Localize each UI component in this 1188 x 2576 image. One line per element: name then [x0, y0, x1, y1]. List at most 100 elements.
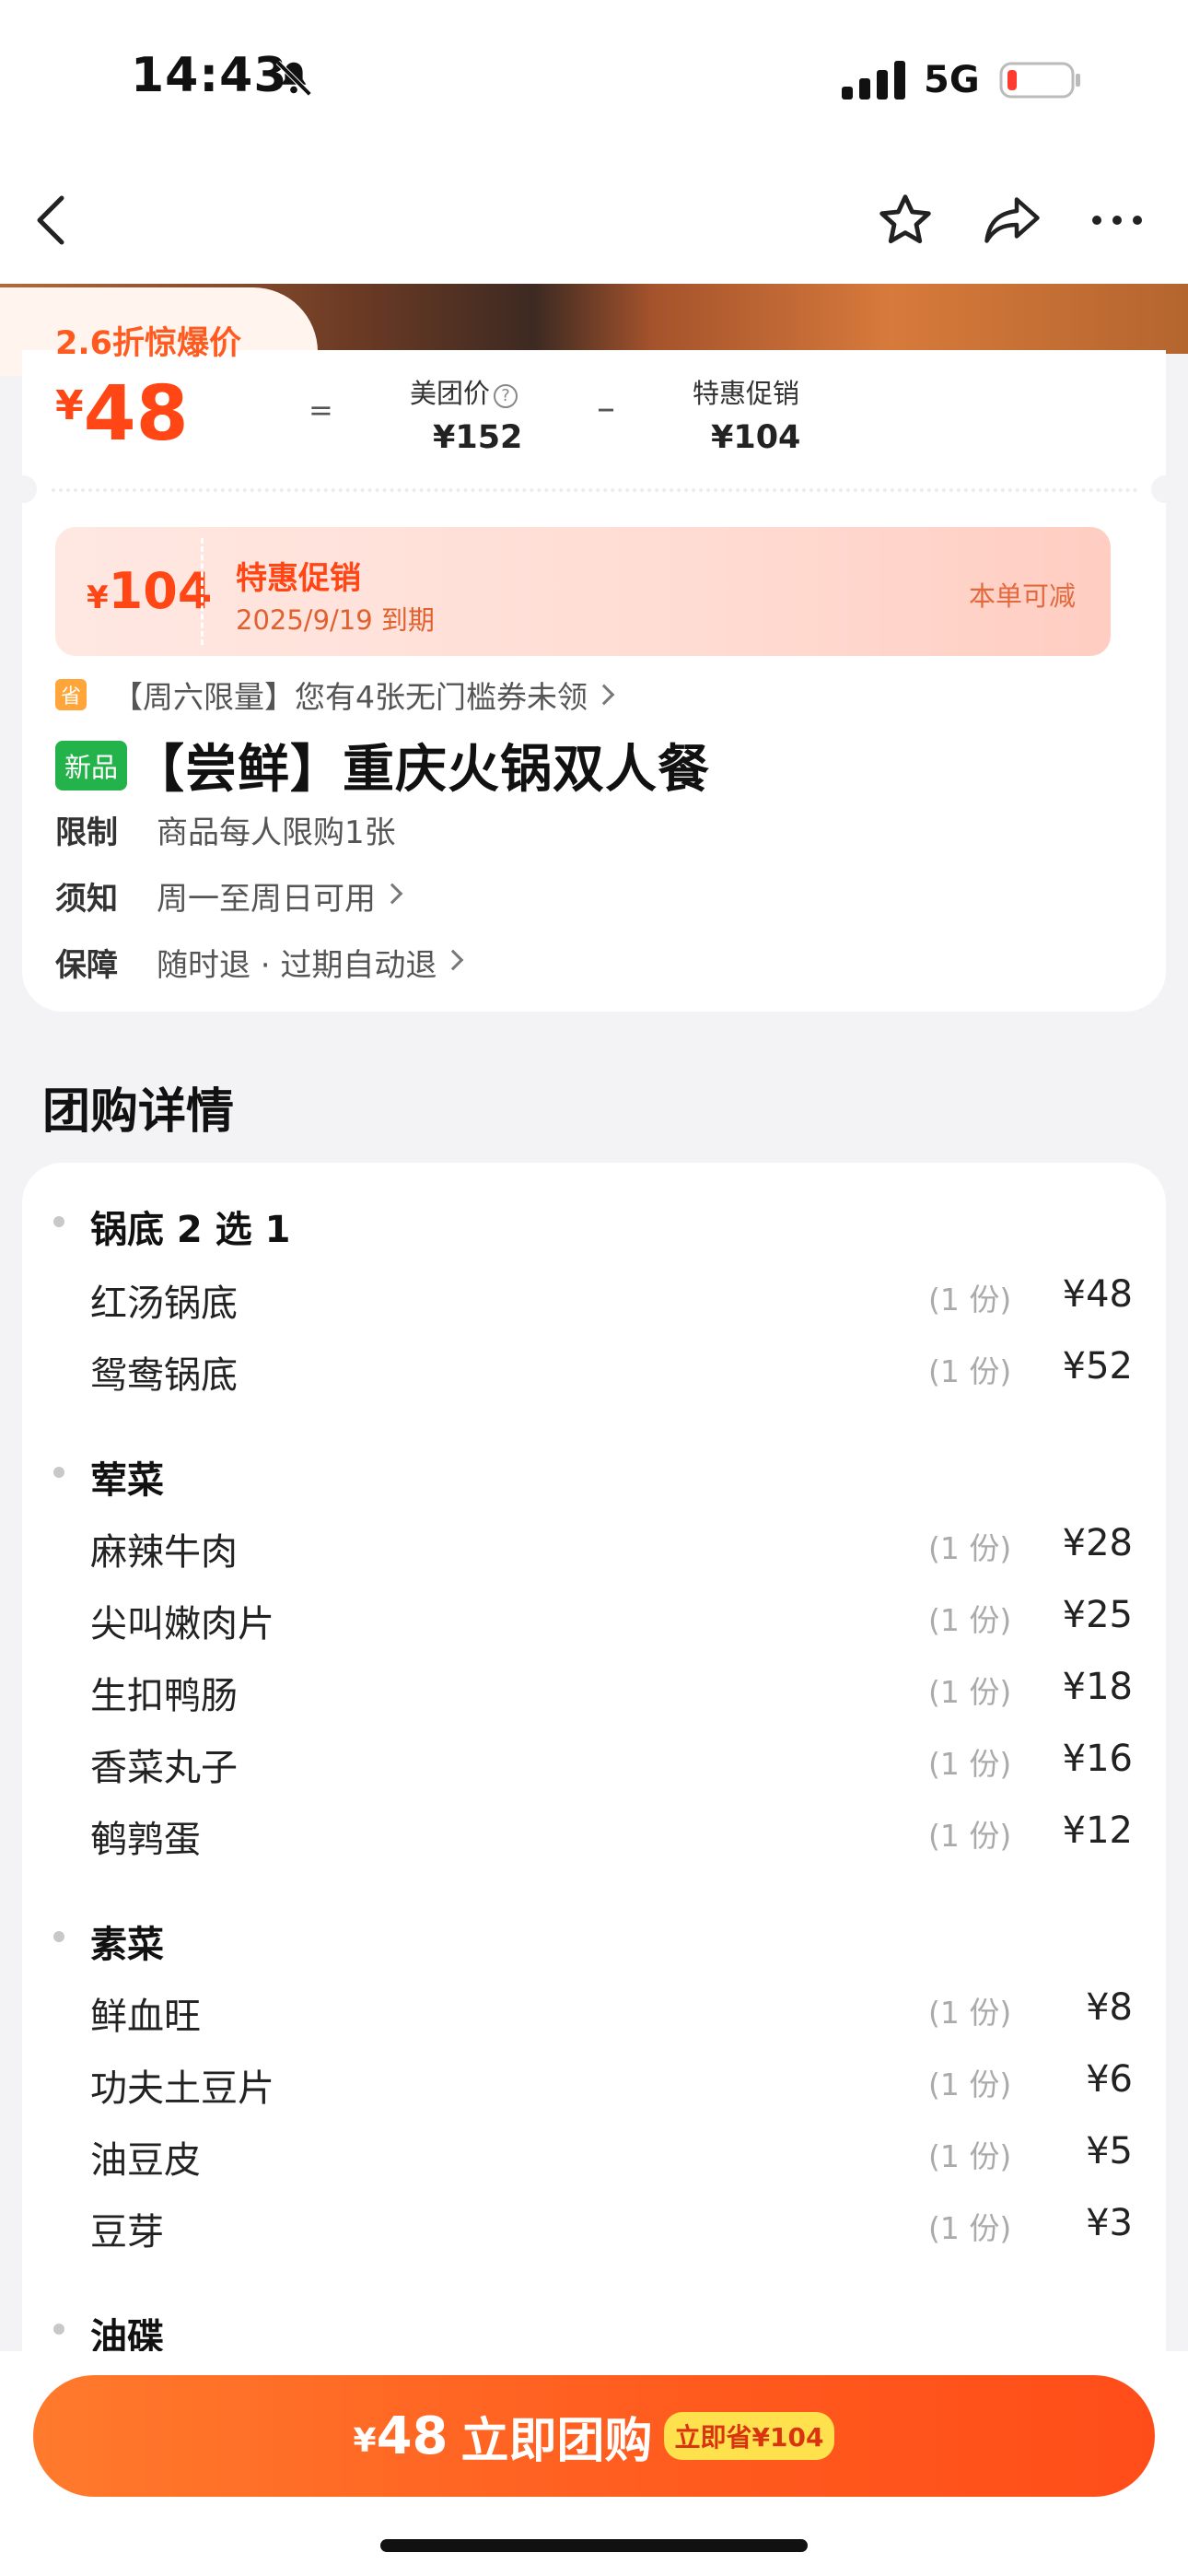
- item-price: ¥52: [1062, 1345, 1133, 1388]
- deal-price-value: 48: [83, 370, 189, 458]
- item-price: ¥18: [1062, 1666, 1133, 1708]
- status-bar: 14:43 5G: [0, 0, 1188, 157]
- share-arrow-icon: [984, 197, 1040, 243]
- section-title: 团购详情: [42, 1084, 235, 1140]
- minus-sign: –: [597, 387, 615, 429]
- meituan-price-label[interactable]: 美团价?: [410, 372, 518, 411]
- buy-currency: ¥: [353, 2421, 377, 2460]
- group-bullet: [53, 1931, 64, 1942]
- group-bullet: [53, 1216, 64, 1227]
- network-type: 5G: [924, 59, 980, 101]
- meituan-price-value: ¥152: [433, 419, 523, 456]
- back-arrow-icon: [37, 195, 64, 245]
- chevron-right-icon: [593, 684, 615, 706]
- item-qty: (1 份): [928, 2138, 1012, 2174]
- group-bullet: [53, 1467, 64, 1478]
- item-price: ¥48: [1062, 1273, 1133, 1316]
- discount-tag: 2.6折惊爆价: [55, 325, 242, 362]
- item-qty: (1 份): [928, 1995, 1012, 2031]
- item-name: 生扣鸭肠: [90, 1675, 238, 1717]
- item-qty: (1 份): [928, 1818, 1012, 1854]
- item-name: 豆芽: [90, 2211, 164, 2254]
- item-name: 香菜丸子: [90, 1747, 238, 1789]
- status-time: 14:43: [131, 48, 288, 103]
- card-divider: [52, 488, 1138, 492]
- item-name: 鲜血旺: [90, 1996, 201, 2038]
- info-key: 保障: [55, 947, 118, 984]
- coupon-expiry: 2025/9/19 到期: [236, 604, 435, 636]
- item-qty: (1 份): [928, 1353, 1012, 1389]
- nav-bar: [0, 157, 1188, 286]
- item-price: ¥3: [1086, 2202, 1133, 2244]
- coupon-currency: ¥: [87, 580, 109, 616]
- item-price: ¥5: [1086, 2130, 1133, 2172]
- special-promo-label: 特惠促销: [693, 378, 800, 409]
- meituan-price-label-text: 美团价: [410, 378, 491, 409]
- product-title: 【尝鲜】重庆火锅双人餐: [133, 740, 711, 800]
- group-title: 锅底 2 选 1: [90, 1209, 291, 1251]
- product-title-row: 新品 【尝鲜】重庆火锅双人餐: [55, 728, 710, 802]
- item-qty: (1 份): [928, 2210, 1012, 2246]
- back-button[interactable]: [18, 188, 83, 252]
- save-amount-badge: 立即省¥104: [663, 2412, 835, 2460]
- home-indicator[interactable]: [380, 2539, 808, 2552]
- share-button[interactable]: [980, 188, 1044, 252]
- deal-price-currency: ¥: [55, 382, 84, 429]
- info-value: 随时退 · 过期自动退: [157, 947, 437, 984]
- coupon-separator: [201, 538, 204, 645]
- info-value: 商品每人限购1张: [157, 814, 396, 851]
- info-row-guarantee[interactable]: 保障 随时退 · 过期自动退: [55, 940, 464, 985]
- item-price: ¥8: [1086, 1986, 1133, 2029]
- coupon-title: 特惠促销: [236, 560, 361, 597]
- item-qty: (1 份): [928, 1282, 1012, 1317]
- buy-now-button[interactable]: ¥ 48 立即团购 立即省¥104: [33, 2375, 1155, 2497]
- buy-price: 48: [376, 2406, 448, 2466]
- item-price: ¥12: [1062, 1809, 1133, 1852]
- item-price: ¥16: [1062, 1738, 1133, 1780]
- item-price: ¥6: [1086, 2058, 1133, 2101]
- bell-muted-icon: [275, 60, 312, 97]
- deal-price: ¥48: [55, 370, 189, 458]
- info-key: 须知: [55, 881, 118, 918]
- item-name: 功夫土豆片: [90, 2067, 274, 2110]
- item-name: 鸳鸯锅底: [90, 1354, 238, 1397]
- item-name: 鹌鹑蛋: [90, 1819, 201, 1861]
- coupon-notice-link[interactable]: 省 【周六限量】您有4张无门槛券未领: [55, 673, 615, 717]
- item-name: 红汤锅底: [90, 1282, 238, 1325]
- card-notch-right: [1151, 475, 1179, 503]
- item-qty: (1 份): [928, 1602, 1012, 1638]
- coupon-card[interactable]: ¥104 特惠促销 2025/9/19 到期 本单可减: [55, 527, 1111, 656]
- item-name: 麻辣牛肉: [90, 1531, 238, 1574]
- item-price: ¥25: [1062, 1594, 1133, 1636]
- coupon-applicable: 本单可减: [968, 580, 1076, 612]
- signal-icon: [842, 61, 905, 100]
- battery-icon: [999, 62, 1080, 99]
- chevron-right-icon: [381, 883, 403, 905]
- star-icon: [879, 194, 931, 244]
- info-value: 周一至周日可用: [157, 881, 376, 918]
- info-row-limit: 限制 商品每人限购1张: [55, 807, 396, 852]
- card-notch-left: [9, 475, 37, 503]
- chevron-right-icon: [443, 949, 464, 971]
- coupon-amount-value: 104: [108, 562, 213, 620]
- group-title: 素菜: [90, 1924, 164, 1966]
- item-name: 油豆皮: [90, 2139, 201, 2182]
- new-badge: 新品: [55, 740, 128, 790]
- info-row-notice[interactable]: 须知 周一至周日可用: [55, 873, 403, 919]
- group-title: 荤菜: [90, 1459, 164, 1502]
- special-promo-value: ¥104: [711, 419, 801, 456]
- info-key: 限制: [55, 814, 118, 851]
- item-qty: (1 份): [928, 1674, 1012, 1710]
- item-price: ¥28: [1062, 1522, 1133, 1564]
- coupon-amount: ¥104: [87, 562, 212, 620]
- help-icon[interactable]: ?: [494, 384, 518, 408]
- buy-label: 立即团购: [460, 2413, 653, 2469]
- more-button[interactable]: [1085, 188, 1149, 252]
- group-bullet: [53, 2324, 64, 2335]
- price-card-top: [22, 354, 1166, 474]
- equals-sign: =: [309, 392, 333, 427]
- item-name: 尖叫嫩肉片: [90, 1603, 274, 1645]
- favorite-button[interactable]: [873, 188, 938, 252]
- item-qty: (1 份): [928, 2067, 1012, 2102]
- item-qty: (1 份): [928, 1530, 1012, 1566]
